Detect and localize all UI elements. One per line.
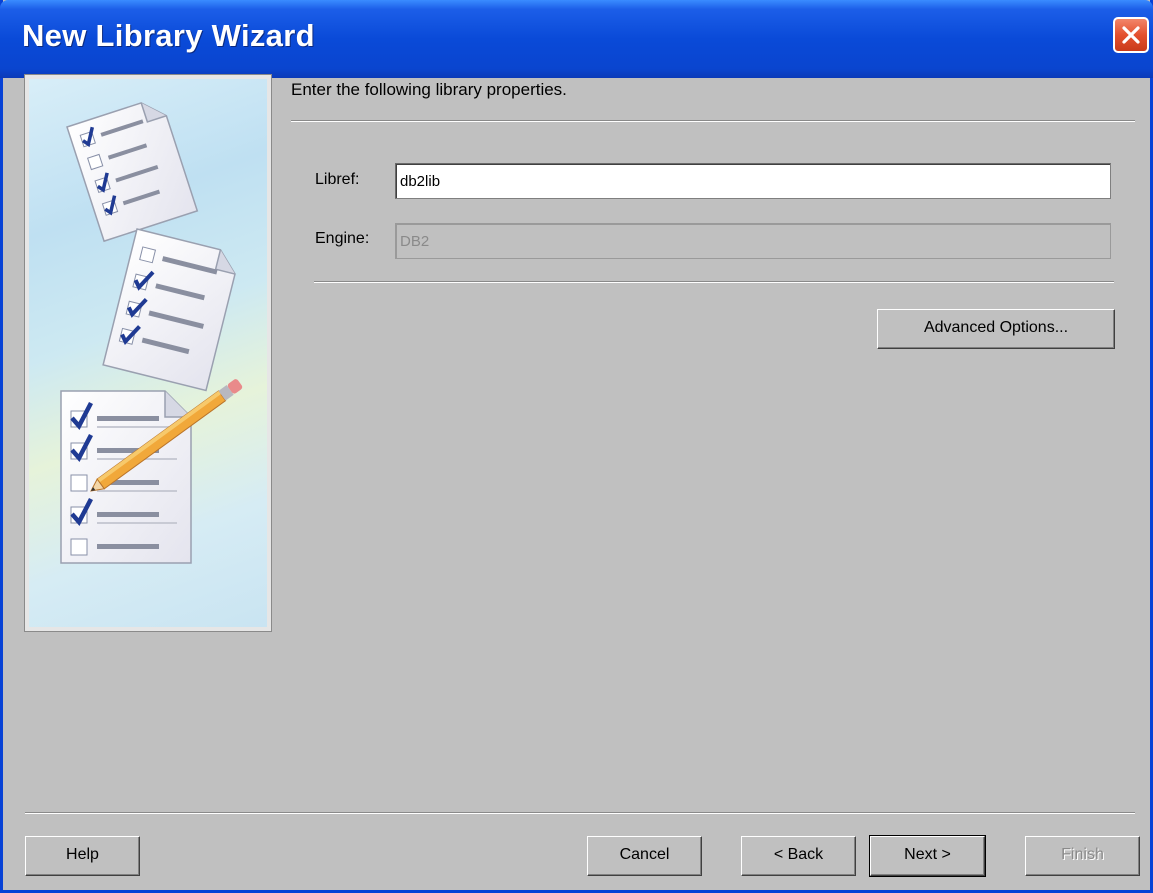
libref-label: Libref: bbox=[315, 171, 360, 188]
wizard-content: Enter the following library properties. … bbox=[3, 74, 1150, 890]
next-button[interactable]: Next > bbox=[869, 835, 986, 877]
engine-label: Engine: bbox=[315, 230, 370, 247]
engine-field: DB2 bbox=[395, 223, 1111, 259]
instruction-text: Enter the following library properties. bbox=[291, 80, 567, 99]
close-button[interactable] bbox=[1113, 17, 1149, 53]
libref-field[interactable]: db2lib bbox=[395, 163, 1111, 199]
checklist-icon bbox=[60, 102, 243, 564]
help-button[interactable]: Help bbox=[25, 836, 140, 876]
fields-divider bbox=[314, 281, 1114, 283]
wizard-window: New Library Wizard Enter the following l… bbox=[0, 0, 1153, 893]
wizard-illustration bbox=[24, 74, 272, 632]
finish-button: Finish bbox=[1025, 836, 1140, 876]
header-divider bbox=[291, 120, 1135, 122]
cancel-button[interactable]: Cancel bbox=[587, 836, 702, 876]
window-title: New Library Wizard bbox=[22, 18, 315, 53]
back-button[interactable]: < Back bbox=[741, 836, 856, 876]
advanced-options-button[interactable]: Advanced Options... bbox=[877, 309, 1115, 349]
close-icon bbox=[1122, 26, 1140, 44]
title-bar[interactable]: New Library Wizard bbox=[0, 0, 1153, 78]
footer-divider bbox=[25, 812, 1135, 814]
